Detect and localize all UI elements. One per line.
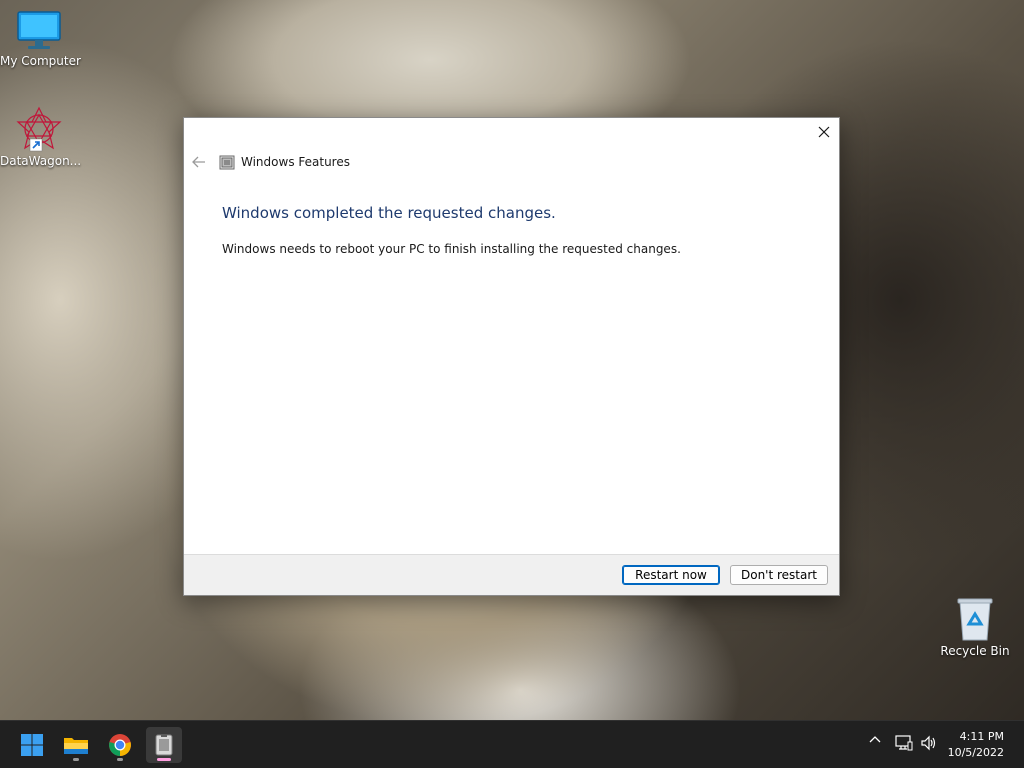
datawagon-shortcut-icon <box>16 106 62 152</box>
chevron-up-icon <box>869 736 881 743</box>
clock-date: 10/5/2022 <box>947 746 1004 759</box>
restart-now-button[interactable]: Restart now <box>622 565 720 585</box>
running-indicator <box>73 758 79 761</box>
clock-time: 4:11 PM <box>959 730 1004 743</box>
start-button[interactable] <box>14 727 50 763</box>
windows-start-icon <box>21 734 43 756</box>
close-icon <box>818 126 830 138</box>
dialog-title: Windows Features <box>241 155 350 169</box>
dont-restart-button[interactable]: Don't restart <box>730 565 828 585</box>
system-clock[interactable]: 4:11 PM 10/5/2022 <box>948 729 1004 761</box>
volume-button[interactable] <box>918 735 940 751</box>
completion-heading: Windows completed the requested changes. <box>222 204 556 222</box>
desktop-icon-my-computer[interactable]: My Computer <box>0 10 81 68</box>
volume-icon <box>921 735 936 751</box>
taskbar-chrome[interactable] <box>102 727 138 763</box>
chrome-icon <box>109 734 131 756</box>
running-indicator <box>117 758 123 761</box>
desktop-icon-recycle-bin[interactable]: Recycle Bin <box>936 596 1014 658</box>
reboot-message: Windows needs to reboot your PC to finis… <box>222 242 681 256</box>
network-icon <box>895 735 913 751</box>
active-indicator <box>157 758 171 761</box>
dialog-footer: Restart now Don't restart <box>184 554 839 595</box>
network-button[interactable] <box>893 735 915 751</box>
back-arrow-icon <box>192 156 205 168</box>
back-button[interactable] <box>190 154 208 170</box>
desktop-icon-label: My Computer <box>0 54 81 68</box>
taskbar-file-explorer[interactable] <box>58 727 94 763</box>
close-button[interactable] <box>809 118 839 146</box>
folder-icon <box>64 738 88 754</box>
windows-features-icon <box>155 734 173 756</box>
monitor-icon <box>17 11 61 49</box>
recycle-bin-icon <box>957 598 993 641</box>
windows-features-dialog: Windows Features Windows completed the r… <box>183 117 840 596</box>
show-hidden-icons-button[interactable] <box>866 735 884 743</box>
desktop-icon-label: DataWagon... <box>0 154 82 168</box>
windows-features-icon <box>219 155 235 170</box>
desktop-icon-datawagon[interactable]: DataWagon... <box>0 106 82 168</box>
taskbar: 4:11 PM 10/5/2022 <box>0 720 1024 768</box>
desktop-icon-label: Recycle Bin <box>940 644 1010 658</box>
taskbar-windows-features[interactable] <box>146 727 182 763</box>
